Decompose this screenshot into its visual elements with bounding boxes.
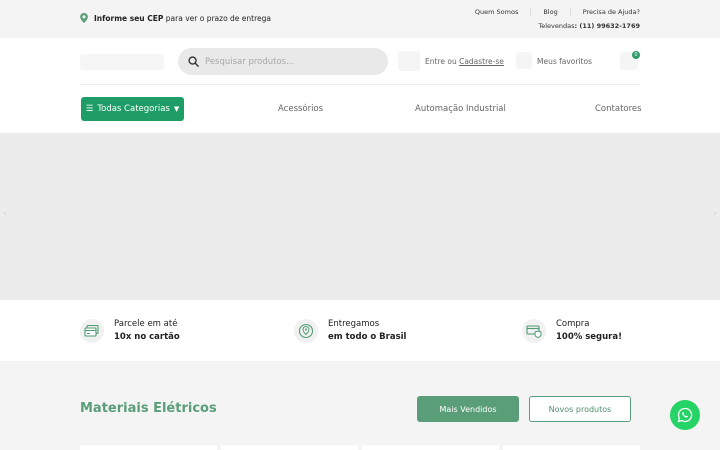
hero-banner[interactable]: ‹ › [0, 133, 720, 300]
feature-secure-line1: Compra [556, 319, 590, 329]
account-prefix: Entre ou [425, 57, 460, 66]
search-icon[interactable] [188, 56, 199, 67]
feature-installments: Parcele em até 10x no cartão [80, 318, 180, 344]
secure-payment-icon [522, 319, 546, 343]
all-categories-label: Todas Categorias [97, 104, 170, 114]
menu-icon: ☰ [85, 104, 94, 114]
feature-delivery-line1: Entregamos [328, 319, 380, 329]
logo[interactable] [80, 54, 164, 70]
features-strip: Parcele em até 10x no cartão Entregamos … [0, 300, 720, 361]
nav-item-automacao[interactable]: Automação Industrial [415, 104, 506, 114]
all-categories-button[interactable]: ☰ Todas Categorias ▼ [81, 97, 184, 121]
televendas-label: Televendas [538, 22, 575, 30]
feature-delivery: Entregamos em todo o Brasil [294, 318, 406, 344]
product-card[interactable] [221, 445, 358, 450]
feature-installments-line2: 10x no cartão [114, 332, 180, 342]
tab-mais-vendidos[interactable]: Mais Vendidos [417, 396, 519, 422]
heart-icon[interactable] [516, 52, 532, 69]
product-card[interactable] [80, 445, 217, 450]
favorites-link[interactable]: Meus favoritos [537, 57, 592, 66]
register-link[interactable]: Cadastre-se [459, 57, 504, 66]
link-help[interactable]: Precisa de Ajuda? [569, 8, 640, 16]
whatsapp-icon [677, 407, 693, 423]
header: Entre ou Cadastre-se Meus favoritos 0 ☰ … [0, 38, 720, 133]
caret-down-icon: ▼ [173, 105, 180, 113]
section-title: Materiais Elétricos [80, 401, 217, 416]
credit-card-icon [80, 319, 104, 343]
link-quem-somos[interactable]: Quem Somos [463, 8, 530, 16]
header-divider [80, 84, 640, 85]
link-blog[interactable]: Blog [530, 8, 569, 16]
search-bar[interactable] [178, 48, 388, 75]
televendas: Televendas: (11) 99632-1769 [538, 22, 640, 30]
product-card[interactable] [362, 445, 499, 450]
cep-description: para ver o prazo de entrega [163, 13, 271, 23]
location-pin-icon [80, 13, 88, 23]
cart-count-badge: 0 [632, 51, 640, 59]
feature-delivery-line2: em todo o Brasil [328, 332, 407, 342]
account-area: Entre ou Cadastre-se [425, 57, 504, 66]
top-bar: Informe seu CEP para ver o prazo de entr… [0, 0, 720, 38]
nav-item-acessorios[interactable]: Acessórios [278, 104, 323, 114]
search-input[interactable] [205, 56, 375, 67]
user-icon[interactable] [398, 51, 420, 71]
whatsapp-button[interactable] [670, 400, 700, 430]
cep-label[interactable]: Informe seu CEP [94, 14, 163, 23]
top-links: Quem Somos Blog Precisa de Ajuda? [463, 8, 640, 16]
delivery-location-icon [294, 319, 318, 343]
banner-next-arrow-icon[interactable]: › [713, 209, 717, 219]
televendas-number[interactable]: : (11) 99632-1769 [574, 22, 640, 30]
banner-prev-arrow-icon[interactable]: ‹ [3, 209, 7, 219]
nav-item-contatores[interactable]: Contatores [595, 104, 642, 114]
feature-installments-line1: Parcele em até [114, 319, 178, 329]
feature-secure-line2: 100% segura! [556, 332, 622, 342]
product-card[interactable] [503, 445, 640, 450]
cep-prompt[interactable]: Informe seu CEP para ver o prazo de entr… [80, 13, 271, 23]
feature-secure: Compra 100% segura! [522, 318, 622, 344]
tab-novos-produtos[interactable]: Novos produtos [529, 396, 631, 422]
